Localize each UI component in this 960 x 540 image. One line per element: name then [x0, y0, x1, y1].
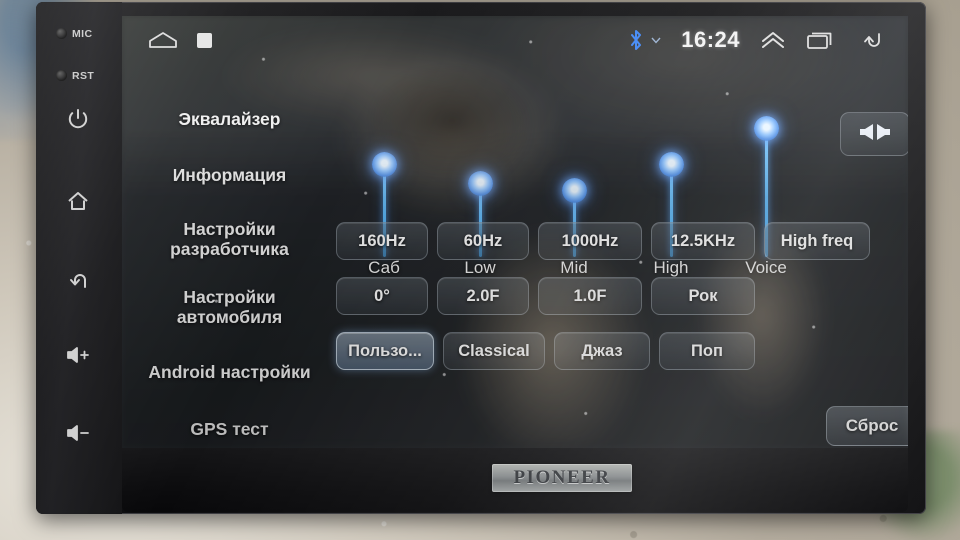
bluetooth-icon [628, 29, 644, 51]
sidebar-item-label: Android настройки [148, 362, 311, 383]
sidebar-item-android-settings[interactable]: Android настройки [122, 341, 337, 403]
preset-button-label: 1000Hz [561, 231, 619, 250]
preset-button[interactable]: High freq [764, 222, 870, 260]
sidebar-item-equalizer[interactable]: Эквалайзер [122, 94, 337, 145]
brand-logo-text: PIONEER [513, 467, 611, 488]
preset-button[interactable]: Поп [659, 332, 755, 370]
volume-up-icon [64, 344, 92, 366]
car-head-unit: MIC RST 16:24 Эквалайзер Информация Наст… [36, 2, 926, 514]
preset-button-label: 2.0F [466, 286, 500, 305]
preset-button-label: Пользо... [348, 341, 422, 360]
preset-button-label: Рок [688, 286, 718, 305]
balance-fader-button[interactable] [840, 112, 908, 156]
reset-label: RST [72, 70, 95, 82]
volume-up-button[interactable] [52, 334, 104, 376]
sidebar-item-label: Информация [172, 164, 287, 185]
bluetooth-state-caret-icon [651, 35, 661, 45]
status-bar: 16:24 [122, 16, 908, 64]
brand-logo-plate: PIONEER [492, 464, 632, 492]
preset-button[interactable]: 1000Hz [538, 222, 642, 260]
preset-button[interactable]: 60Hz [437, 222, 529, 260]
preset-button[interactable]: Classical [443, 332, 545, 370]
preset-button[interactable]: Пользо... [336, 332, 434, 370]
preset-button-label: 160Hz [358, 231, 406, 250]
preset-button-label: Поп [691, 341, 723, 360]
parameter-row: 0° 2.0F 1.0F Рок [336, 277, 908, 315]
home-outline-icon[interactable] [148, 30, 178, 50]
left-hardware-bezel: MIC RST [36, 2, 122, 514]
preset-button-label: Джаз [581, 341, 623, 360]
preset-button-label: 0° [374, 286, 390, 305]
slider-thumb[interactable] [372, 151, 397, 177]
power-icon [66, 107, 90, 131]
sidebar-item-information[interactable]: Информация [122, 145, 337, 205]
slider-thumb[interactable] [659, 151, 684, 177]
preset-button-label: 1.0F [573, 286, 607, 305]
slider-thumb[interactable] [562, 178, 587, 204]
sidebar-item-car-settings[interactable]: Настройки автомобиля [122, 273, 337, 341]
preset-button-label: 60Hz [463, 231, 503, 250]
preset-button[interactable]: 1.0F [538, 277, 642, 315]
preset-button-label: High freq [780, 231, 854, 250]
sidebar-item-developer-settings[interactable]: Настройки разработчика [122, 205, 337, 273]
sidebar-item-label: Настройки разработчика [170, 218, 289, 259]
home-icon [65, 189, 91, 213]
back-button[interactable] [52, 260, 104, 302]
slider-thumb[interactable] [754, 116, 779, 142]
preset-button[interactable]: Рок [651, 277, 755, 315]
recents-icon[interactable] [806, 29, 836, 51]
home-button[interactable] [52, 180, 104, 222]
mic-pinhole [56, 28, 67, 39]
reset-pinhole[interactable] [56, 70, 67, 81]
bottom-bezel: PIONEER [122, 448, 908, 512]
status-clock: 16:24 [681, 27, 740, 52]
sidebar-item-label: GPS тест [190, 418, 269, 439]
sidebar-item-label: Эквалайзер [178, 109, 281, 130]
settings-sidebar: Эквалайзер Информация Настройки разработ… [122, 94, 337, 448]
preset-button[interactable]: 0° [336, 277, 428, 315]
preset-button[interactable]: Джаз [554, 332, 650, 370]
preset-row: Пользо... Classical Джаз Поп [336, 332, 908, 370]
back-arrow-icon [65, 269, 91, 293]
sidebar-item-gps-test[interactable]: GPS тест [122, 403, 337, 448]
photo-scene: MIC RST 16:24 Эквалайзер Информация Наст… [0, 0, 960, 540]
sidebar-item-label: Настройки автомобиля [176, 286, 283, 328]
volume-down-icon [64, 422, 92, 444]
preset-button[interactable]: 160Hz [336, 222, 428, 260]
balance-fader-icon [858, 122, 892, 147]
preset-button-label: 12.5KHz [670, 231, 736, 250]
lcd-screen: 16:24 Эквалайзер Информация Настройки ра… [122, 16, 908, 448]
power-button[interactable] [52, 98, 104, 140]
chevron-up-icon[interactable] [760, 30, 786, 50]
equalizer-button-grid: 160Hz 60Hz 1000Hz 12.5KHz High freq 0° 2.0F 1.… [336, 222, 908, 392]
back-arrow-icon[interactable] [856, 29, 884, 51]
preset-button[interactable]: 2.0F [437, 277, 529, 315]
preset-button[interactable]: 12.5KHz [651, 222, 755, 260]
slider-thumb[interactable] [468, 171, 493, 197]
reset-button-label: Сброс [845, 416, 899, 435]
stop-square-icon[interactable] [196, 32, 213, 49]
preset-button-label: Classical [458, 341, 530, 360]
reset-button[interactable]: Сброс [826, 406, 908, 446]
volume-down-button[interactable] [52, 412, 104, 454]
frequency-row: 160Hz 60Hz 1000Hz 12.5KHz High freq [336, 222, 908, 260]
mic-label: MIC [72, 28, 93, 40]
